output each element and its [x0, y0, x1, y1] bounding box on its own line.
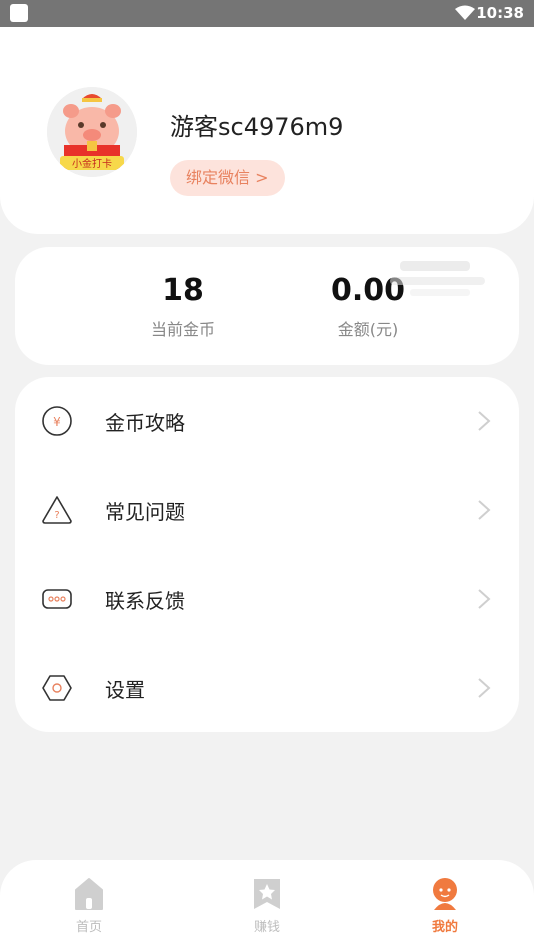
menu-item-faq[interactable]: ? 常见问题	[15, 466, 519, 555]
coins-value: 18	[162, 273, 204, 308]
coins-stat[interactable]: 18 当前金币	[113, 273, 253, 340]
settings-icon	[42, 675, 72, 701]
avatar[interactable]: 小金打卡	[47, 87, 137, 177]
status-time: 10:38	[476, 4, 524, 22]
chevron-right-icon	[478, 589, 491, 609]
menu-card: ¥ 金币攻略 ? 常见问题 联系反馈 设置	[15, 377, 519, 732]
tab-label: 我的	[431, 920, 458, 935]
chevron-right-icon	[478, 500, 491, 520]
blurred-decoration	[390, 261, 485, 296]
username: 游客sc4976m9	[170, 113, 344, 141]
pig-avatar-icon: 小金打卡	[47, 87, 137, 177]
bind-wechat-button[interactable]: 绑定微信 >	[170, 160, 285, 196]
coin-icon: ¥	[42, 406, 72, 436]
profile-header: 小金打卡 游客sc4976m9 绑定微信 >	[0, 27, 534, 234]
tab-label: 赚钱	[253, 920, 280, 935]
stats-card: 18 当前金币 0.00 金额(元)	[15, 247, 519, 365]
menu-item-label: 常见问题	[105, 500, 185, 524]
menu-item-label: 设置	[105, 678, 145, 702]
tab-label: 首页	[75, 920, 102, 935]
menu-item-feedback[interactable]: 联系反馈	[15, 555, 519, 644]
money-label: 金额(元)	[337, 320, 399, 339]
status-bar: 10:38	[0, 0, 534, 27]
menu-item-label: 金币攻略	[105, 411, 185, 435]
avatar-label: 小金打卡	[72, 157, 112, 170]
star-bookmark-icon	[254, 879, 280, 909]
tab-earn[interactable]: 赚钱	[227, 876, 307, 935]
wifi-icon	[455, 5, 475, 20]
notification-icon	[10, 4, 28, 22]
menu-item-label: 联系反馈	[105, 589, 185, 613]
svg-text:¥: ¥	[53, 415, 61, 429]
svg-text:?: ?	[54, 510, 59, 521]
feedback-icon	[42, 589, 72, 609]
home-icon	[75, 878, 103, 910]
tab-home[interactable]: 首页	[49, 876, 129, 935]
profile-icon	[433, 878, 457, 910]
chevron-right-icon	[478, 678, 491, 698]
chevron-right-icon	[478, 411, 491, 431]
tab-mine[interactable]: 我的	[405, 876, 485, 935]
menu-item-coin-guide[interactable]: ¥ 金币攻略	[15, 377, 519, 466]
menu-item-settings[interactable]: 设置	[15, 644, 519, 733]
question-icon: ?	[42, 496, 72, 524]
coins-label: 当前金币	[150, 320, 215, 339]
bottom-tab-bar: 首页 赚钱 我的	[0, 860, 534, 949]
